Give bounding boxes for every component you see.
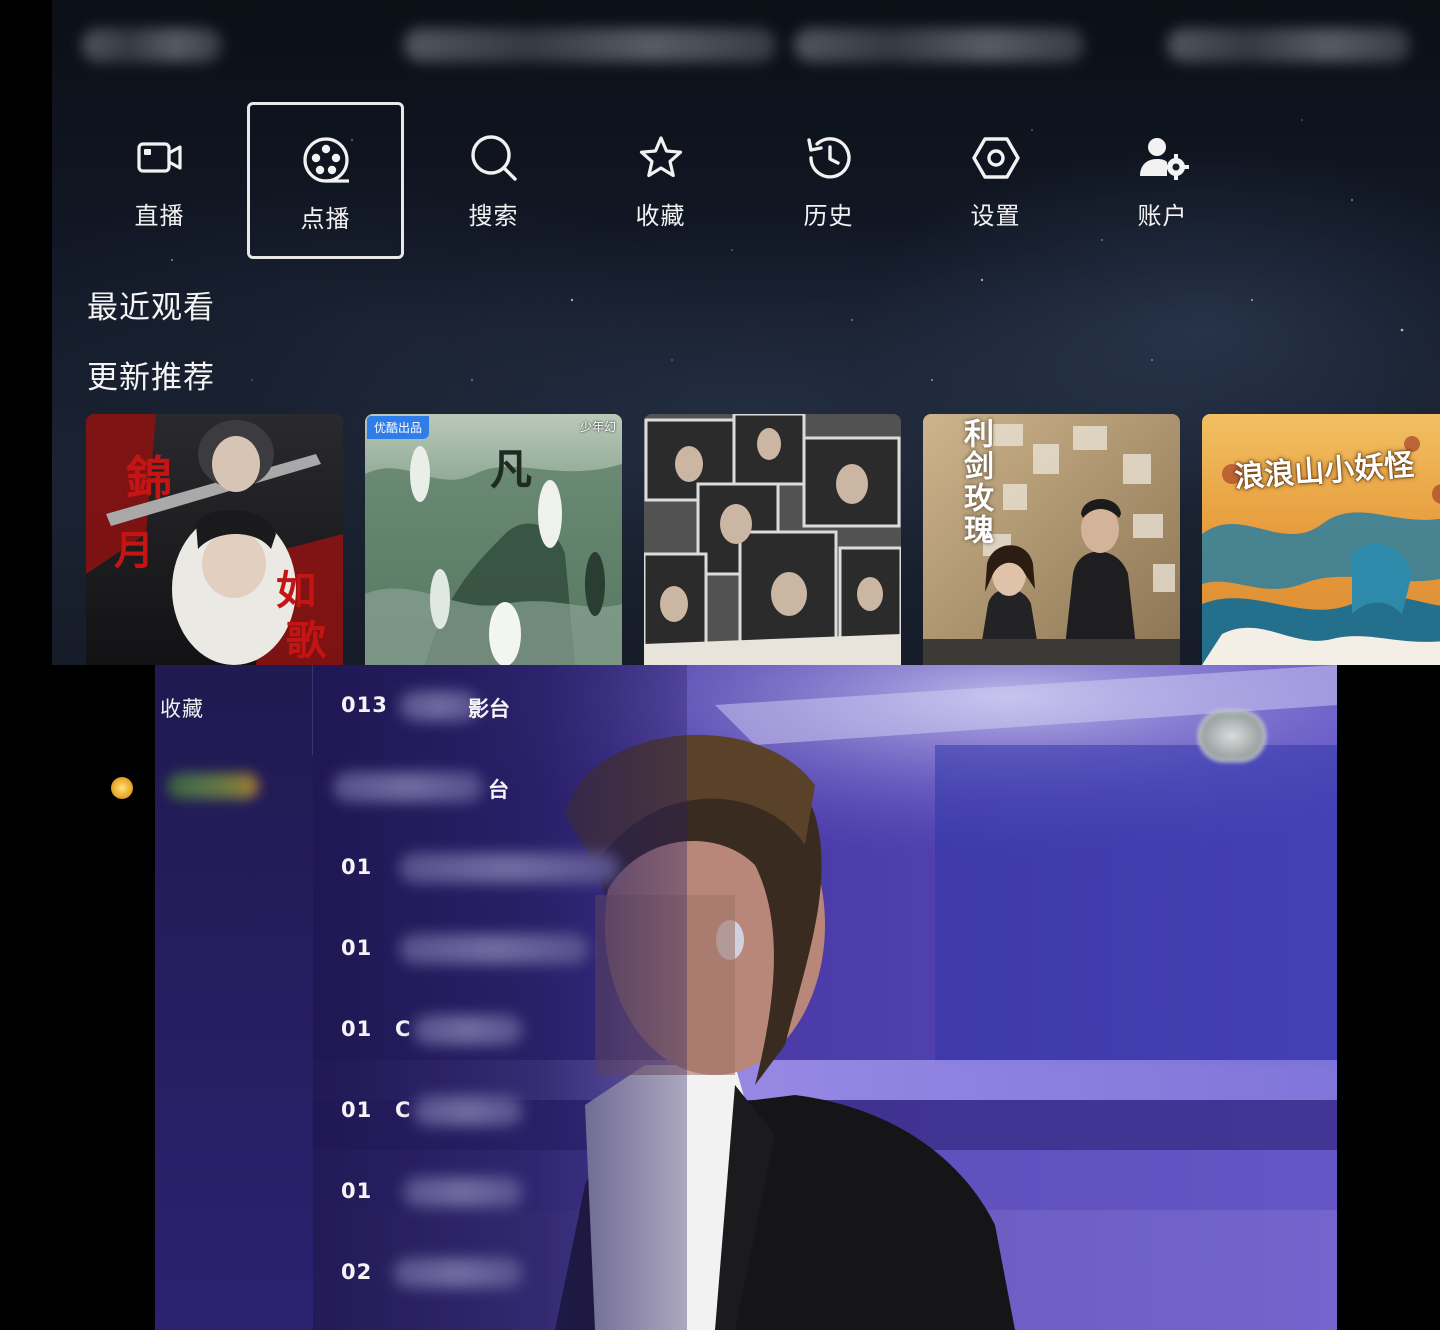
poster-card[interactable]: 利剑玫瑰: [923, 414, 1180, 665]
favorite-sun-icon: [111, 777, 133, 799]
poster-badge: 优酷出品: [367, 416, 430, 439]
nav-item-account[interactable]: 账户: [1084, 102, 1241, 259]
channel-list: 013 影台 台 01 01 01 C 01 C 01 02: [313, 665, 687, 1330]
redacted-channel-name: [333, 772, 483, 802]
redacted-channel-name: [413, 1015, 523, 1045]
live-player: 013 影台 台 01 01 01 C 01 C 01 02 收藏: [155, 665, 1337, 1330]
channel-name: C: [395, 1098, 411, 1122]
nav-item-history[interactable]: 历史: [750, 102, 907, 259]
redacted-channel-name: [413, 1096, 523, 1126]
user-settings-icon: [1137, 132, 1189, 184]
star-icon: [635, 132, 687, 184]
channel-row[interactable]: 01 C: [313, 1070, 687, 1151]
channel-row[interactable]: 台: [313, 746, 687, 827]
nav-label: 直播: [134, 202, 185, 230]
redacted-channel-name: [393, 1258, 523, 1288]
redacted-status-left: [82, 28, 222, 62]
section-recent-title: 最近观看: [87, 290, 215, 326]
channel-number: 013: [341, 693, 388, 717]
poster-tag: 少年幻: [579, 420, 616, 434]
nav-label: 搜索: [468, 202, 519, 230]
video-camera-icon: [134, 132, 186, 184]
redacted-channel-name: [399, 691, 479, 721]
nav-label: 历史: [803, 202, 854, 230]
redacted-status-center: [404, 28, 776, 62]
nav-label: 点播: [300, 205, 351, 233]
redacted-status-right: [1167, 28, 1410, 62]
redacted-status-center-2: [794, 28, 1084, 62]
settings-hexagon-icon: [970, 132, 1022, 184]
channel-row[interactable]: 01: [313, 1151, 687, 1232]
sidebar-header[interactable]: 收藏: [160, 693, 204, 723]
channel-number: 01: [341, 1017, 373, 1041]
poster-card[interactable]: 凡 优酷出品 少年幻: [365, 414, 622, 665]
channel-number: 02: [341, 1260, 373, 1284]
poster-card[interactable]: 浪浪山小妖怪: [1202, 414, 1440, 665]
sidebar-divider: [312, 665, 313, 755]
svg-text:歌: 歌: [286, 617, 327, 664]
category-sidebar: 收藏: [155, 665, 313, 1330]
redacted-channel-name: [403, 1177, 523, 1207]
channel-logo: [1198, 710, 1266, 762]
poster-card[interactable]: [644, 414, 901, 665]
redacted-category[interactable]: [167, 773, 259, 799]
channel-row[interactable]: 01: [313, 908, 687, 989]
poster-image: 錦 月 如 歌: [86, 414, 343, 665]
nav-item-live[interactable]: 直播: [81, 102, 238, 259]
home-screen: 直播 点播 搜索 收藏 历史 设置 账户 最近观看 更新推荐 錦 月 如 歌 凡…: [52, 0, 1440, 665]
film-reel-icon: [300, 134, 352, 186]
svg-text:凡: 凡: [490, 445, 532, 494]
poster-image: [644, 414, 901, 665]
channel-name: 台: [488, 778, 509, 802]
search-icon: [468, 132, 520, 184]
section-recommend-title: 更新推荐: [87, 360, 215, 396]
nav-item-favorites[interactable]: 收藏: [582, 102, 739, 259]
channel-row[interactable]: 01 C: [313, 989, 687, 1070]
channel-number: 01: [341, 855, 373, 879]
nav-item-search[interactable]: 搜索: [415, 102, 572, 259]
channel-row[interactable]: 013 影台: [313, 665, 687, 746]
nav-label: 收藏: [635, 202, 686, 230]
channel-number: 01: [341, 936, 373, 960]
poster-image: 凡: [365, 414, 622, 665]
poster-card[interactable]: 錦 月 如 歌: [86, 414, 343, 665]
history-icon: [803, 132, 855, 184]
redacted-channel-name: [399, 853, 619, 883]
svg-text:月: 月: [114, 527, 154, 574]
nav-label: 账户: [1137, 202, 1188, 230]
channel-row[interactable]: 01: [313, 827, 687, 908]
channel-number: 01: [341, 1098, 373, 1122]
channel-name: 影台: [468, 697, 510, 721]
channel-number: 01: [341, 1179, 373, 1203]
channel-row[interactable]: 02: [313, 1232, 687, 1313]
status-bar: [52, 28, 1440, 88]
nav-item-settings[interactable]: 设置: [917, 102, 1074, 259]
svg-text:如: 如: [276, 567, 316, 614]
nav-label: 设置: [970, 202, 1021, 230]
nav-item-vod[interactable]: 点播: [247, 102, 404, 259]
svg-text:錦: 錦: [126, 451, 172, 505]
poster-title: 利剑玫瑰: [958, 418, 993, 546]
redacted-channel-name: [399, 934, 589, 964]
channel-name: C: [395, 1017, 411, 1041]
